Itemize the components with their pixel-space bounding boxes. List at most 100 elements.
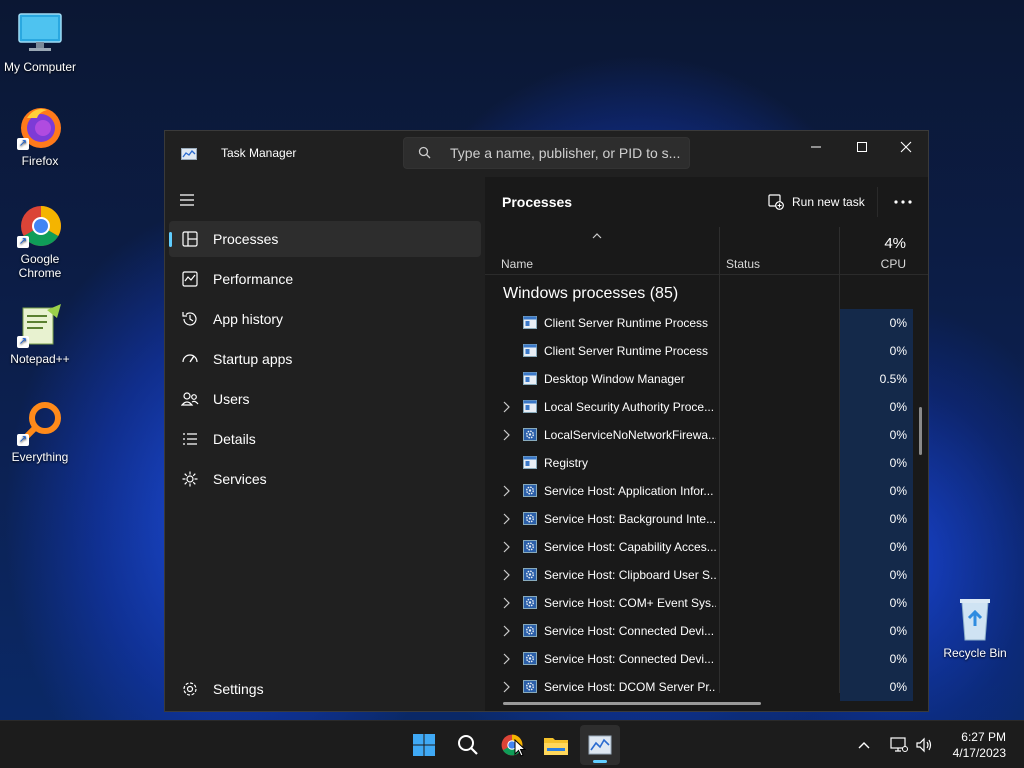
- process-name: Service Host: Clipboard User S...: [544, 568, 716, 582]
- shortcut-arrow-icon: ↗: [17, 138, 29, 150]
- maximize-button[interactable]: [839, 131, 885, 163]
- column-header-status[interactable]: Status: [720, 227, 839, 275]
- taskbar-file-explorer-button[interactable]: [536, 725, 576, 765]
- title-bar[interactable]: Task Manager: [165, 131, 928, 177]
- clock[interactable]: 6:27 PM 4/17/2023: [953, 729, 1006, 761]
- process-cpu: 0%: [840, 533, 913, 561]
- process-cpu: 0%: [840, 617, 913, 645]
- sidebar-item-services[interactable]: Services: [169, 461, 481, 497]
- start-button[interactable]: [404, 725, 444, 765]
- minimize-button[interactable]: [793, 131, 839, 163]
- sidebar-item-processes[interactable]: Processes: [169, 221, 481, 257]
- process-row[interactable]: Service Host: Connected Devi... 0%: [485, 617, 913, 645]
- network-icon[interactable]: [890, 737, 908, 753]
- gear-icon: [181, 680, 199, 698]
- process-row[interactable]: Client Server Runtime Process 0%: [485, 309, 913, 337]
- column-status-label: Status: [726, 257, 761, 271]
- more-options-button[interactable]: [877, 187, 927, 217]
- process-row[interactable]: LocalServiceNoNetworkFirewa... 0%: [485, 421, 913, 449]
- taskbar-chrome-button[interactable]: [492, 725, 532, 765]
- hamburger-menu-button[interactable]: [179, 193, 197, 207]
- process-row[interactable]: Service Host: Connected Devi... 0%: [485, 645, 913, 673]
- process-row[interactable]: Registry 0%: [485, 449, 913, 477]
- shortcut-arrow-icon: ↗: [17, 336, 29, 348]
- chevron-right-icon[interactable]: [501, 652, 513, 666]
- sidebar: Processes Performance App history Startu…: [165, 177, 485, 711]
- group-header-windows-processes[interactable]: Windows processes (85): [503, 285, 678, 303]
- process-name: LocalServiceNoNetworkFirewa...: [544, 428, 716, 442]
- process-row[interactable]: Service Host: Capability Acces... 0%: [485, 533, 913, 561]
- desktop-icon-notepadpp[interactable]: ↗ Notepad++: [0, 302, 80, 366]
- process-cpu: 0%: [840, 673, 913, 701]
- process-name: Service Host: Connected Devi...: [544, 652, 715, 666]
- minimize-icon: [811, 146, 821, 148]
- desktop-icon-my-computer[interactable]: My Computer: [0, 10, 80, 74]
- taskbar-search-button[interactable]: [448, 725, 488, 765]
- window-title: Task Manager: [221, 146, 297, 160]
- taskbar-task-manager-button[interactable]: [580, 725, 620, 765]
- panel-header: Processes Run new task: [485, 177, 928, 227]
- process-row[interactable]: Desktop Window Manager 0.5%: [485, 365, 913, 393]
- column-name-label: Name: [501, 257, 534, 271]
- column-cpu-label: CPU: [880, 257, 906, 271]
- task-manager-icon: [181, 147, 197, 160]
- chevron-right-icon[interactable]: [501, 540, 513, 554]
- sidebar-item-performance[interactable]: Performance: [169, 261, 481, 297]
- sidebar-item-label: Details: [213, 431, 256, 447]
- process-name: Desktop Window Manager: [544, 372, 685, 386]
- volume-icon[interactable]: [916, 737, 934, 753]
- sidebar-item-users[interactable]: Users: [169, 381, 481, 417]
- chevron-right-icon[interactable]: [501, 484, 513, 498]
- process-row[interactable]: Local Security Authority Proce... 0%: [485, 393, 913, 421]
- search-box[interactable]: [403, 137, 690, 169]
- process-row[interactable]: Service Host: Background Inte... 0%: [485, 505, 913, 533]
- history-icon: [181, 310, 199, 328]
- desktop-icon-firefox[interactable]: ↗ Firefox: [0, 104, 80, 168]
- clock-date: 4/17/2023: [952, 746, 1006, 760]
- column-header-cpu[interactable]: 4% CPU: [840, 227, 928, 275]
- sidebar-item-app-history[interactable]: App history: [169, 301, 481, 337]
- process-cpu: 0%: [840, 309, 913, 337]
- process-row[interactable]: Service Host: Application Infor... 0%: [485, 477, 913, 505]
- processes-icon: [181, 230, 199, 248]
- services-icon: [181, 470, 199, 488]
- run-new-task-label: Run new task: [792, 195, 865, 209]
- process-row[interactable]: Service Host: Clipboard User S... 0%: [485, 561, 913, 589]
- chevron-right-icon[interactable]: [501, 512, 513, 526]
- search-input[interactable]: [450, 138, 682, 168]
- sidebar-item-startup-apps[interactable]: Startup apps: [169, 341, 481, 377]
- close-button[interactable]: [883, 131, 929, 163]
- mouse-cursor-icon: [514, 739, 526, 757]
- process-row[interactable]: Service Host: DCOM Server Pr... 0%: [485, 673, 913, 701]
- process-name: Service Host: COM+ Event Sys...: [544, 596, 716, 610]
- vertical-scrollbar[interactable]: [919, 407, 922, 455]
- run-new-task-button[interactable]: Run new task: [768, 193, 865, 211]
- desktop-icon-label: Firefox: [21, 154, 59, 168]
- column-header-name[interactable]: Name: [485, 227, 719, 275]
- system-tray: [858, 721, 934, 768]
- search-icon: [418, 146, 432, 160]
- horizontal-scrollbar[interactable]: [503, 702, 761, 705]
- desktop-icon-label: Google Chrome: [18, 252, 62, 280]
- desktop-icon-everything[interactable]: ↗ Everything: [0, 400, 80, 464]
- process-cpu: 0%: [840, 393, 913, 421]
- chevron-right-icon[interactable]: [501, 428, 513, 442]
- process-cpu: 0%: [840, 505, 913, 533]
- process-cpu: 0%: [840, 645, 913, 673]
- process-row[interactable]: Service Host: COM+ Event Sys... 0%: [485, 589, 913, 617]
- chevron-right-icon[interactable]: [501, 680, 513, 694]
- show-hidden-icons-icon[interactable]: [858, 741, 870, 749]
- chevron-right-icon[interactable]: [501, 568, 513, 582]
- sidebar-item-details[interactable]: Details: [169, 421, 481, 457]
- process-row[interactable]: Client Server Runtime Process 0%: [485, 337, 913, 365]
- hamburger-icon: [180, 194, 194, 206]
- window-icon: [523, 456, 537, 469]
- desktop-icon-recycle-bin[interactable]: Recycle Bin: [935, 596, 1015, 660]
- sidebar-item-settings[interactable]: Settings: [169, 671, 481, 707]
- sidebar-item-label: Performance: [213, 271, 294, 287]
- chevron-right-icon[interactable]: [501, 624, 513, 638]
- desktop-icon-chrome[interactable]: ↗ Google Chrome: [0, 202, 80, 280]
- chevron-right-icon[interactable]: [501, 400, 513, 414]
- chevron-right-icon[interactable]: [501, 596, 513, 610]
- window-icon: [523, 344, 537, 357]
